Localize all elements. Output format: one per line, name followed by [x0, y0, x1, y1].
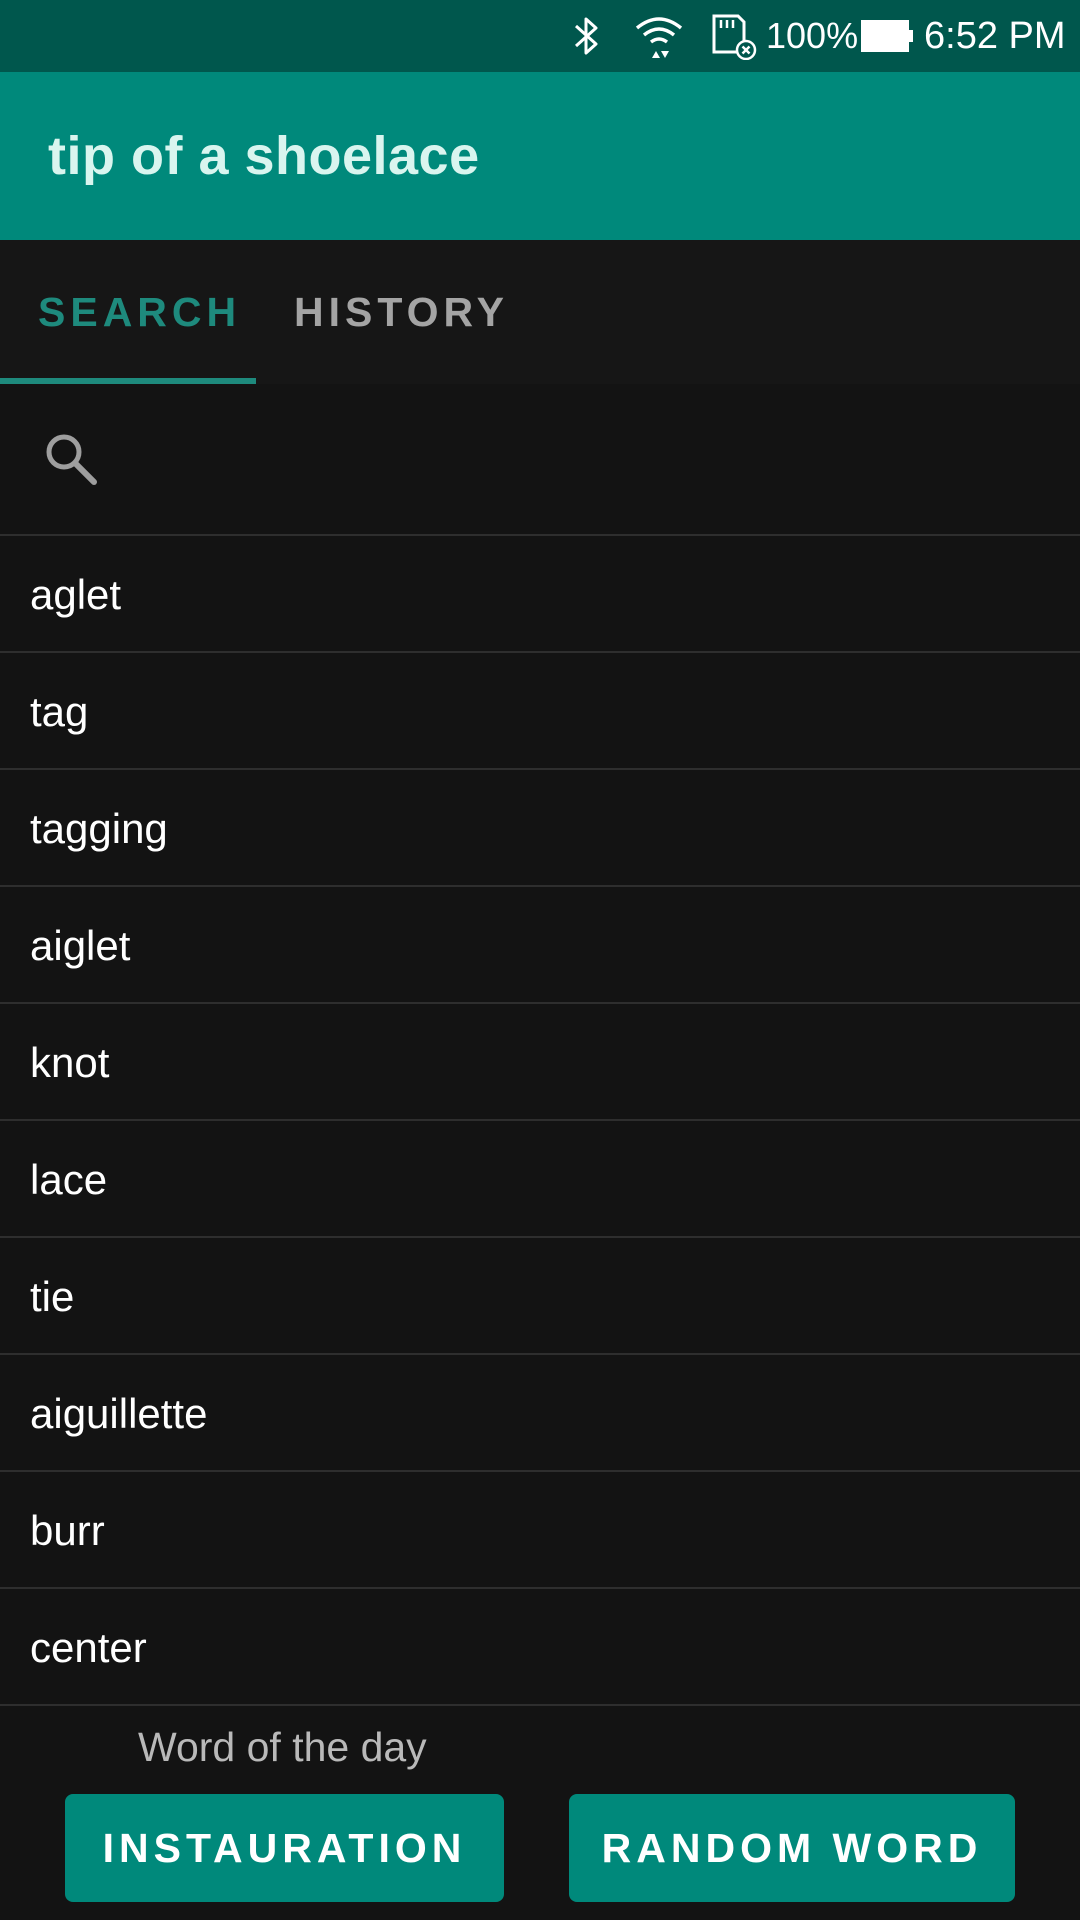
battery-percent: 100%: [766, 15, 859, 56]
battery-icon: [861, 20, 913, 52]
list-item[interactable]: aglet: [0, 536, 1080, 653]
random-word-button[interactable]: RANDOM WORD: [569, 1794, 1015, 1902]
wifi-icon: [635, 17, 683, 58]
list-item[interactable]: tie: [0, 1238, 1080, 1355]
search-input[interactable]: [130, 424, 1034, 496]
word-label: tagging: [30, 805, 168, 852]
word-label: burr: [30, 1507, 105, 1554]
list-item[interactable]: lace: [0, 1121, 1080, 1238]
word-list: aglet tag tagging aiglet knot lace tie a…: [0, 536, 1080, 1706]
search-icon[interactable]: [42, 430, 100, 488]
list-item[interactable]: knot: [0, 1004, 1080, 1121]
list-item[interactable]: burr: [0, 1472, 1080, 1589]
tab-history[interactable]: HISTORY: [294, 240, 509, 384]
word-label: center: [30, 1624, 147, 1671]
page-title: tip of a shoelace: [48, 126, 480, 186]
clock: 6:52 PM: [924, 15, 1066, 57]
tab-search[interactable]: SEARCH: [38, 240, 241, 384]
list-item[interactable]: aiguillette: [0, 1355, 1080, 1472]
word-label: tag: [30, 688, 89, 735]
word-of-the-day-button[interactable]: INSTAURATION: [65, 1794, 504, 1902]
search-bar: [0, 384, 1080, 536]
tab-bar: SEARCH HISTORY: [0, 240, 1080, 384]
list-item[interactable]: tag: [0, 653, 1080, 770]
app-bar: tip of a shoelace: [0, 72, 1080, 240]
list-item[interactable]: aiglet: [0, 887, 1080, 1004]
bluetooth-icon: [574, 17, 598, 55]
screen: 100% 6:52 PM tip of a shoelace SEARCH HI…: [0, 0, 1080, 1920]
word-label: aiglet: [30, 922, 131, 969]
list-item[interactable]: center: [0, 1589, 1080, 1706]
word-label: aiguillette: [30, 1390, 208, 1437]
status-bar: 100% 6:52 PM: [0, 0, 1080, 72]
word-label: aglet: [30, 571, 122, 618]
list-item[interactable]: tagging: [0, 770, 1080, 887]
word-of-the-day-label: Word of the day: [138, 1724, 427, 1770]
word-label: lace: [30, 1156, 108, 1203]
sd-card-icon: [712, 14, 757, 60]
word-label: tie: [30, 1273, 75, 1320]
word-label: knot: [30, 1039, 110, 1086]
